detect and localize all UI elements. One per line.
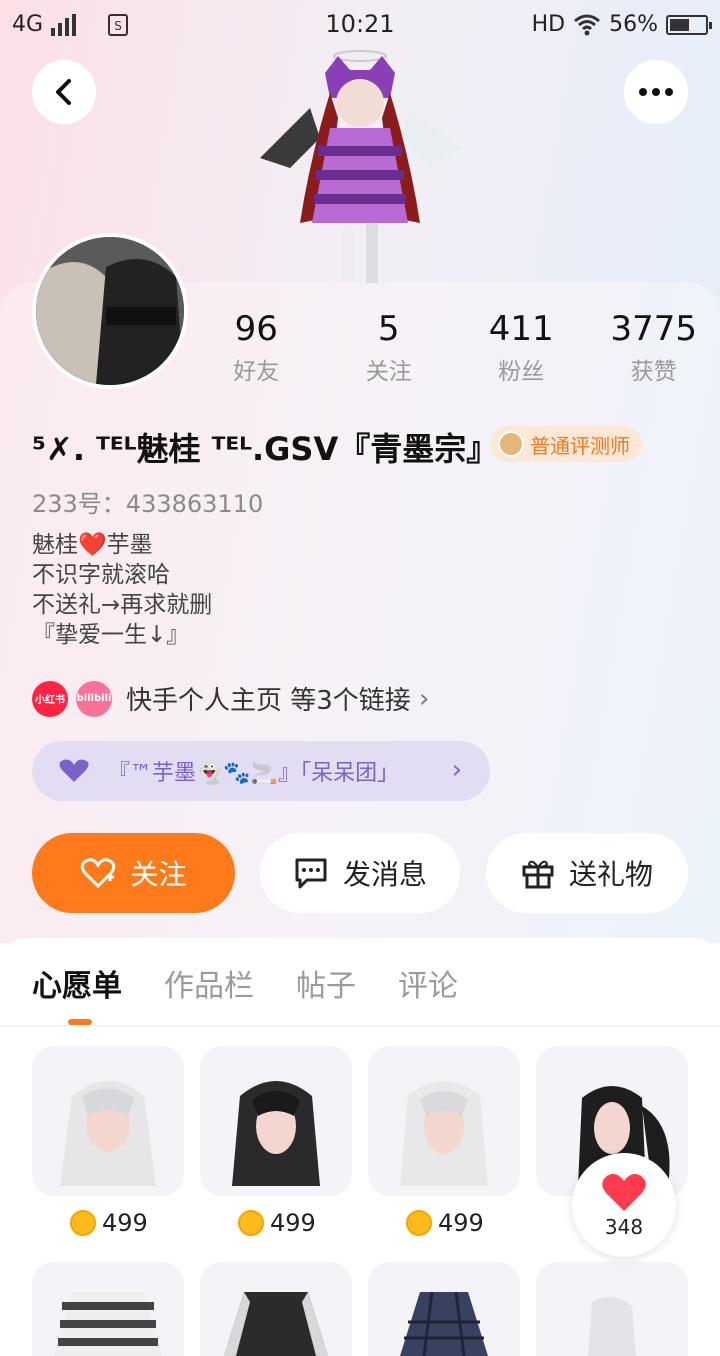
wishlist-price: 499 — [70, 1209, 148, 1237]
bilibili-icon: bilibili — [76, 680, 112, 717]
tab-wishlist[interactable]: 心愿单 — [32, 961, 122, 1005]
heart-plus-icon — [81, 858, 116, 889]
black-hair-image — [232, 1081, 320, 1186]
wishlist-item[interactable] — [368, 1262, 520, 1356]
avatar-image — [36, 237, 184, 385]
bio-line: 不送礼→再求就删 — [32, 592, 213, 618]
plaid-dress-image — [400, 1291, 488, 1356]
fan-group-pill[interactable]: 『™芋墨👻🐾🚬』「呆呆团」 › — [32, 741, 490, 801]
hd-label: HD — [531, 12, 566, 37]
character-figure-image — [260, 50, 460, 283]
wishlist-item[interactable] — [32, 1262, 184, 1356]
coin-icon — [238, 1210, 264, 1236]
jacket-image — [224, 1292, 328, 1356]
user-id: 233号：433863110 — [32, 490, 264, 518]
stat-label: 获赞 — [630, 359, 677, 385]
white-hair-image — [400, 1081, 488, 1186]
gift-icon — [522, 860, 554, 889]
white-hair-image — [60, 1081, 156, 1186]
reviewer-badge[interactable]: 普通评测师 — [490, 426, 642, 462]
gift-label: 送礼物 — [568, 858, 653, 891]
stat-value: 3775 — [610, 309, 698, 349]
wishlist-item[interactable] — [368, 1046, 520, 1196]
tab-bar: 心愿单 作品栏 帖子 评论 — [32, 961, 458, 1005]
group-name: 『™芋墨👻🐾🚬』「呆呆团」 — [108, 761, 400, 786]
like-count: 348 — [604, 1215, 644, 1239]
bio-line: 魅桂❤️芋墨 — [32, 532, 153, 558]
stat-label: 关注 — [365, 359, 412, 385]
stats-row: 96 好友 5 关注 411 粉丝 3775 获赞 — [190, 308, 720, 386]
battery-icon — [666, 14, 712, 35]
bio: 魅桂❤️芋墨 不识字就滚哈 不送礼→再求就删 『挚爱一生↓』 — [32, 530, 212, 650]
stat-value: 96 — [234, 309, 278, 349]
purple-heart-icon — [59, 759, 89, 782]
follow-button[interactable]: 关注 — [32, 833, 235, 913]
status-bar: 4G S 10:21 HD 56% — [0, 0, 720, 50]
more-button[interactable] — [624, 60, 688, 124]
wishlist-item[interactable] — [32, 1046, 184, 1196]
message-button[interactable]: 发消息 — [260, 833, 460, 913]
avatar[interactable] — [32, 233, 188, 389]
heart-icon — [602, 1173, 646, 1211]
gift-button[interactable]: 送礼物 — [486, 833, 688, 913]
bio-line: 不识字就滚哈 — [32, 562, 170, 588]
chat-bubble-icon — [295, 858, 327, 889]
chevron-left-icon — [56, 79, 71, 105]
price-value: 499 — [102, 1209, 148, 1237]
wishlist-item[interactable] — [200, 1046, 352, 1196]
wishlist-item[interactable] — [200, 1262, 352, 1356]
coin-icon — [70, 1210, 96, 1236]
stat-following[interactable]: 5 关注 — [323, 308, 456, 386]
message-label: 发消息 — [342, 858, 427, 891]
wishlist-item[interactable] — [536, 1262, 688, 1356]
xiaohongshu-icon: 小红书 — [32, 680, 68, 717]
chevron-right-icon: › — [451, 755, 462, 785]
stat-likes[interactable]: 3775 获赞 — [588, 308, 720, 386]
like-float-button[interactable]: 348 — [572, 1153, 676, 1257]
wishlist-price: 499 — [238, 1209, 316, 1237]
reviewer-avatar-icon — [498, 431, 524, 457]
white-item-image — [588, 1296, 636, 1356]
badge-label: 普通评测师 — [530, 433, 630, 458]
divider — [0, 1025, 720, 1026]
battery-percent: 56% — [609, 12, 658, 37]
bio-line: 『挚爱一生↓』 — [32, 622, 190, 648]
tab-comments[interactable]: 评论 — [398, 961, 458, 1005]
stat-label: 粉丝 — [498, 359, 545, 385]
price-value: 499 — [270, 1209, 316, 1237]
wifi-icon — [574, 14, 601, 35]
follow-label: 关注 — [130, 858, 187, 891]
tab-works[interactable]: 作品栏 — [164, 961, 254, 1005]
stat-friends[interactable]: 96 好友 — [190, 308, 323, 386]
tab-posts[interactable]: 帖子 — [296, 961, 356, 1005]
back-button[interactable] — [32, 60, 96, 124]
stat-value: 5 — [377, 309, 400, 349]
external-links[interactable]: 小红书 bilibili 快手个人主页 等3个链接 › — [32, 680, 429, 717]
links-text: 快手个人主页 等3个链接 — [126, 686, 411, 716]
coin-icon — [406, 1210, 432, 1236]
chevron-right-icon: › — [418, 683, 430, 714]
price-value: 499 — [438, 1209, 484, 1237]
striped-sweater-image — [54, 1292, 162, 1356]
profile-name: ⁵✗. ᵀᴱᴸ魅桂 ᵀᴱᴸ.GSV『青墨宗』 — [32, 430, 499, 468]
stat-label: 好友 — [233, 359, 280, 385]
stat-value: 411 — [488, 309, 554, 349]
stat-followers[interactable]: 411 粉丝 — [455, 308, 588, 386]
more-horizontal-icon — [639, 88, 673, 96]
wishlist-price: 499 — [406, 1209, 484, 1237]
